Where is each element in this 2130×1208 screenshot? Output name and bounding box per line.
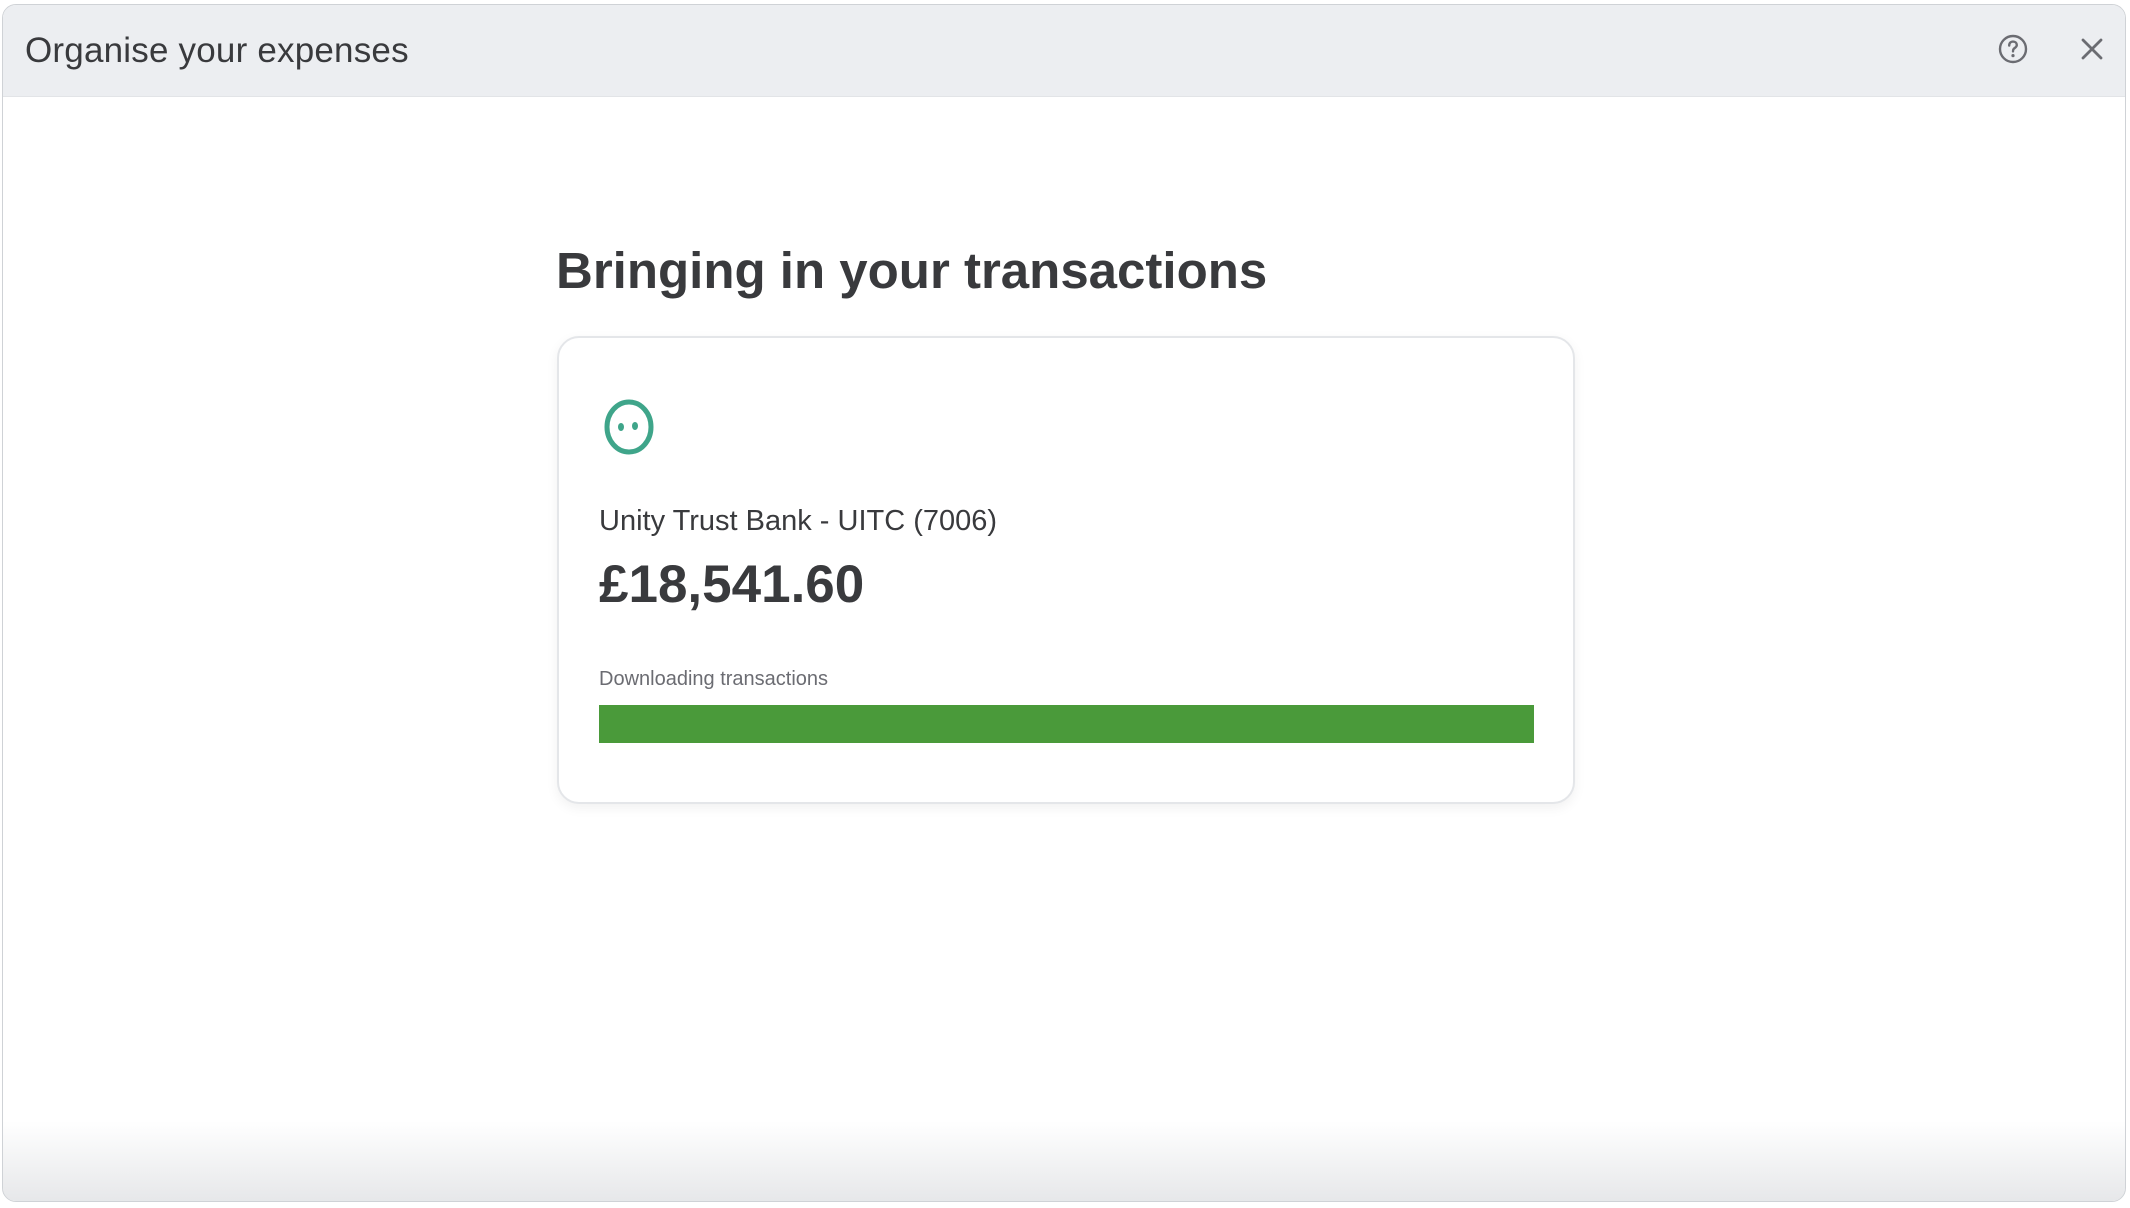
page-heading: Bringing in your transactions — [556, 242, 1268, 299]
close-icon — [2081, 38, 2103, 60]
download-progress-fill — [599, 705, 1534, 743]
bottom-fade — [3, 1121, 2125, 1201]
help-circle-icon — [1998, 34, 2028, 64]
account-card: Unity Trust Bank - UITC (7006) £18,541.6… — [557, 336, 1575, 804]
dialog-window: Organise your expenses Bringing in your … — [2, 4, 2126, 1202]
dialog-title: Organise your expenses — [25, 31, 409, 70]
close-button[interactable] — [2070, 27, 2114, 71]
help-button[interactable] — [1991, 27, 2035, 71]
download-progress-bar — [599, 705, 1534, 743]
account-balance: £18,541.60 — [599, 555, 865, 614]
bank-account-name: Unity Trust Bank - UITC (7006) — [599, 505, 998, 537]
download-status-text: Downloading transactions — [599, 668, 829, 690]
bank-logo-icon — [604, 399, 654, 455]
dialog-titlebar: Organise your expenses — [3, 5, 2125, 97]
